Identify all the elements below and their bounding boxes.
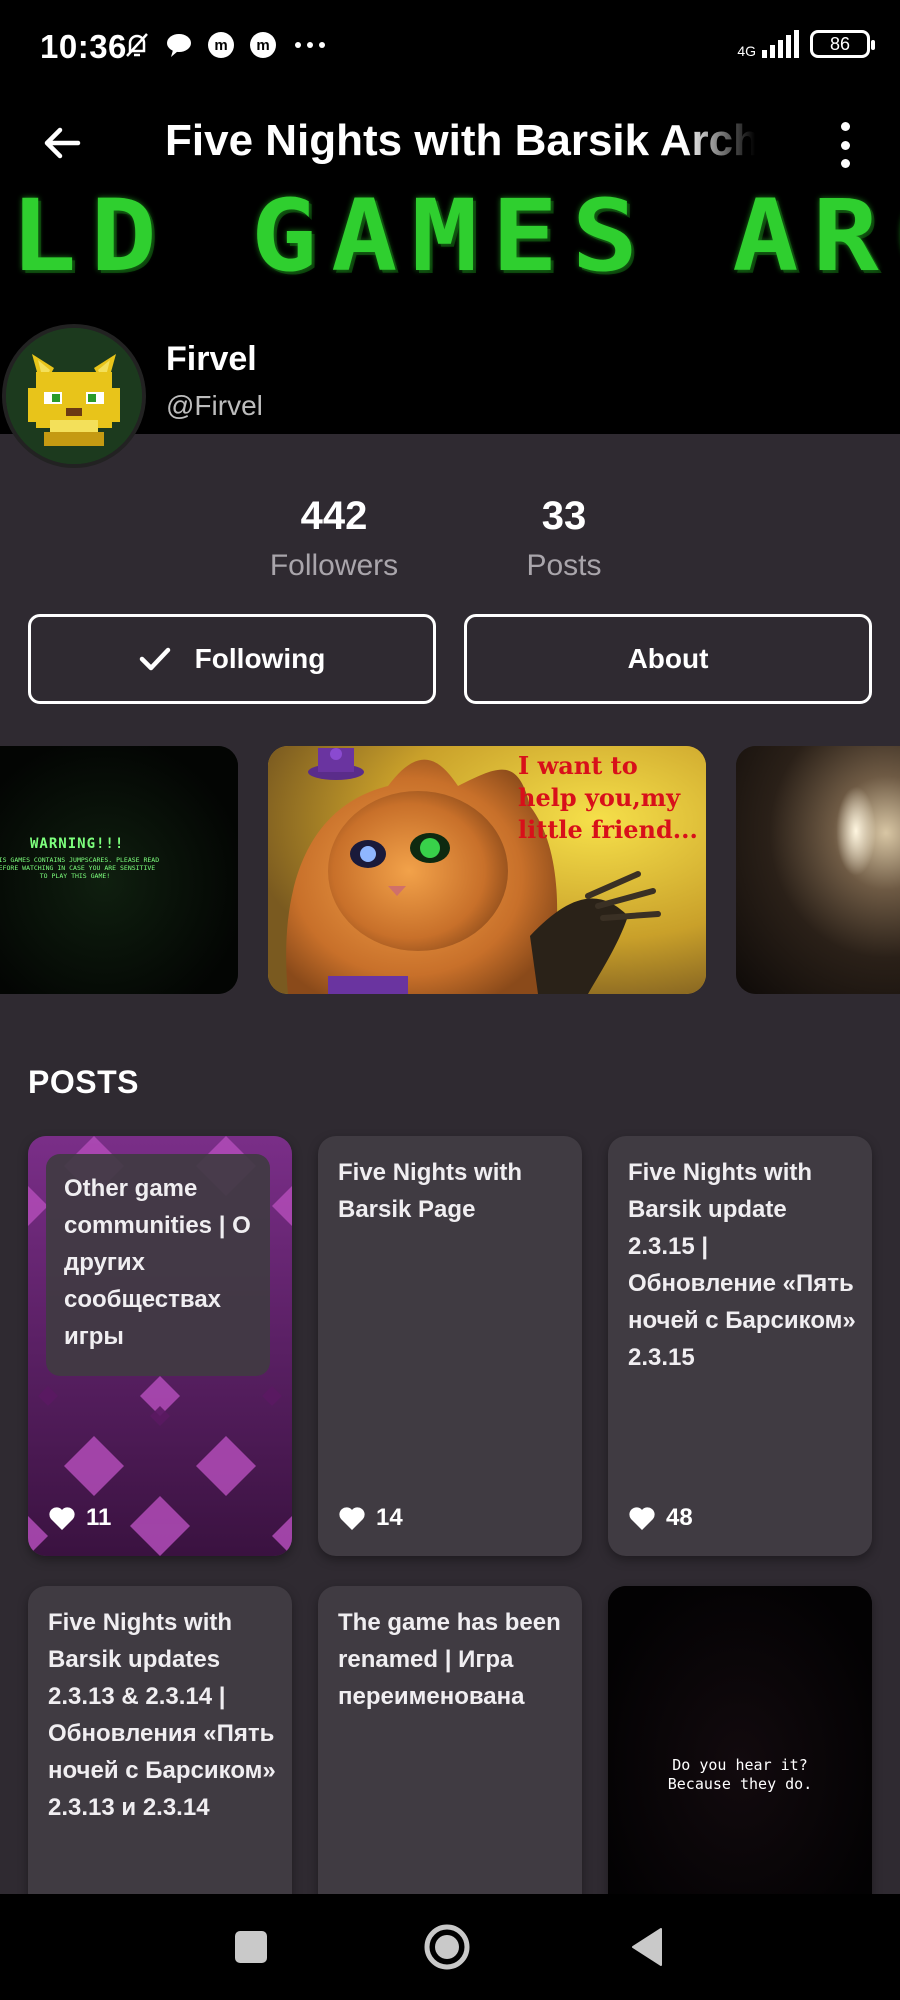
posts-count: 33 xyxy=(541,494,587,538)
posts-stat[interactable]: 33 Posts xyxy=(474,494,654,583)
followers-stat[interactable]: 442 Followers xyxy=(244,494,424,583)
post-likes[interactable]: 14 xyxy=(338,1504,403,1532)
avatar[interactable] xyxy=(2,324,146,468)
post-title: The game has been renamed | Игра переиме… xyxy=(338,1609,561,1710)
system-indicators: 4G 86 xyxy=(737,30,875,58)
signal-icon: 4G xyxy=(737,30,800,58)
featured-item-warning[interactable]: WARNING!!! THIS GAMES CONTAINS JUMPSCARE… xyxy=(0,746,238,994)
post-card[interactable]: Five Nights with Barsik update 2.3.15 | … xyxy=(608,1136,872,1556)
post-title: Five Nights with Barsik Page xyxy=(338,1159,523,1223)
cat-caption: I want to help you,my little friend... xyxy=(518,751,698,844)
post-card[interactable]: Five Nights with Barsik updates 2.3.13 &… xyxy=(28,1586,292,1894)
profile-name: Firvel xyxy=(166,340,257,378)
cat-avatar-icon xyxy=(6,328,142,464)
room-image xyxy=(736,746,900,994)
featured-item-room[interactable] xyxy=(736,746,900,994)
post-title: Five Nights with Barsik updates 2.3.13 &… xyxy=(48,1609,276,1821)
status-time: 10:36 xyxy=(40,28,127,65)
recents-button[interactable] xyxy=(226,1922,276,1972)
post-title: Five Nights with Barsik update 2.3.15 | … xyxy=(628,1159,856,1371)
profile-content: 442 Followers 33 Posts Following About W… xyxy=(0,434,900,1894)
checkmark-icon xyxy=(139,647,170,671)
post-card[interactable]: The game has been renamed | Игра переиме… xyxy=(318,1586,582,1894)
post-card[interactable]: Other game communities | О других сообще… xyxy=(28,1136,292,1556)
post-card[interactable]: Five Nights with Barsik Page 14 xyxy=(318,1136,582,1556)
triangle-back-icon xyxy=(632,1928,662,1966)
followers-label: Followers xyxy=(269,549,399,582)
likes-count: 48 xyxy=(666,1504,693,1531)
warning-title: WARNING!!! xyxy=(30,836,125,852)
about-button-label: About xyxy=(627,643,709,674)
back-button[interactable] xyxy=(38,118,88,168)
more-options-button[interactable] xyxy=(830,120,860,170)
circle-home-icon xyxy=(424,1924,470,1970)
banner-image-text: OLD GAMES ARCHIVE xyxy=(0,178,900,294)
post-image-text: Do you hear it? Because they do. xyxy=(667,1756,813,1793)
svg-text:m: m xyxy=(256,37,269,54)
warning-body: THIS GAMES CONTAINS JUMPSCARES. PLEASE R… xyxy=(0,856,160,880)
following-button-label: Following xyxy=(194,643,326,674)
heart-icon xyxy=(629,1507,655,1530)
arrow-left-icon xyxy=(44,127,81,159)
featured-carousel[interactable]: WARNING!!! THIS GAMES CONTAINS JUMPSCARE… xyxy=(0,746,900,994)
notification-icons: m m xyxy=(122,30,330,60)
about-button[interactable]: About xyxy=(464,614,872,704)
post-card[interactable]: Do you hear it? Because they do. xyxy=(608,1586,872,1894)
post-image-dark xyxy=(608,1586,872,1894)
app-m-icon: m xyxy=(206,30,236,60)
likes-count: 11 xyxy=(86,1504,112,1531)
top-app-bar: Five Nights with Barsik Archive xyxy=(0,96,900,188)
posts-label: Posts xyxy=(526,549,602,582)
app-m-icon-2: m xyxy=(248,30,278,60)
svg-text:m: m xyxy=(214,37,227,54)
following-button[interactable]: Following xyxy=(28,614,436,704)
page-title: Five Nights with Barsik Archive xyxy=(165,116,755,165)
back-nav-button[interactable] xyxy=(622,1922,672,1972)
square-icon xyxy=(235,1931,267,1963)
featured-item-cat[interactable]: I want to help you,my little friend... xyxy=(268,746,706,994)
post-title: Other game communities | О других сообще… xyxy=(64,1175,251,1350)
system-navigation-bar xyxy=(0,1894,900,2000)
post-likes[interactable]: 11 xyxy=(48,1504,111,1532)
profile-handle: @Firvel xyxy=(166,390,263,421)
status-bar: 10:36 m m 4G 86 xyxy=(0,0,900,96)
bell-off-icon xyxy=(122,30,152,60)
likes-count: 14 xyxy=(376,1504,403,1531)
home-button[interactable] xyxy=(422,1922,472,1972)
posts-section-title: POSTS xyxy=(28,1064,139,1100)
followers-count: 442 xyxy=(300,494,368,538)
room-light xyxy=(836,786,876,876)
heart-icon xyxy=(339,1507,365,1530)
more-notifications-icon xyxy=(290,30,330,60)
network-type: 4G xyxy=(737,43,756,59)
post-likes[interactable]: 48 xyxy=(628,1504,693,1532)
chat-bubble-icon xyxy=(164,30,194,60)
heart-icon xyxy=(49,1507,75,1530)
battery-icon: 86 xyxy=(810,30,875,58)
